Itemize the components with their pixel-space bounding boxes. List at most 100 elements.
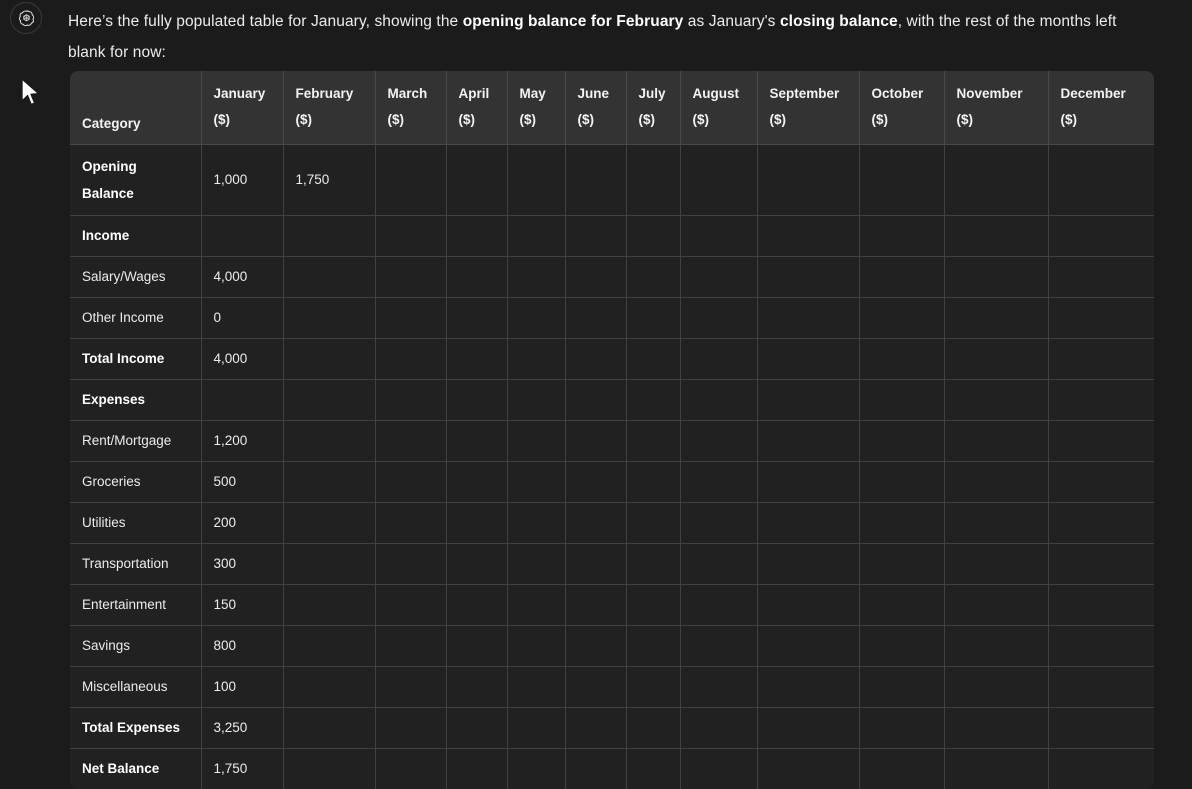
column-header-month: March: [388, 81, 434, 107]
cell-february: [283, 257, 375, 298]
column-header-may: May($): [507, 71, 565, 145]
cell-july: [626, 749, 680, 789]
cell-october: [859, 339, 944, 380]
cell-october: [859, 216, 944, 257]
table-row: Opening Balance1,0001,750: [70, 145, 1154, 216]
cell-january: 500: [201, 462, 283, 503]
row-label: Opening Balance: [70, 145, 201, 216]
cell-september: [757, 667, 859, 708]
cell-june: [565, 503, 626, 544]
cell-april: [446, 708, 507, 749]
cell-january: 1,200: [201, 421, 283, 462]
intro-text-part-2: as January's: [683, 13, 780, 30]
cell-august: [680, 380, 757, 421]
cell-may: [507, 421, 565, 462]
assistant-message-intro: Here’s the fully populated table for Jan…: [68, 6, 1158, 68]
column-header-april: April($): [446, 71, 507, 145]
row-label: Groceries: [70, 462, 201, 503]
cell-february: [283, 585, 375, 626]
cell-october: [859, 298, 944, 339]
column-header-unit: ($): [693, 107, 745, 133]
column-header-unit: ($): [872, 107, 932, 133]
cell-november: [944, 626, 1048, 667]
cell-june: [565, 462, 626, 503]
cell-july: [626, 667, 680, 708]
cell-may: [507, 257, 565, 298]
cell-november: [944, 708, 1048, 749]
cell-january: 800: [201, 626, 283, 667]
column-header-october: October($): [859, 71, 944, 145]
table-row: Miscellaneous100: [70, 667, 1154, 708]
cell-march: [375, 462, 446, 503]
cell-february: [283, 462, 375, 503]
cell-september: [757, 145, 859, 216]
cell-may: [507, 667, 565, 708]
cell-july: [626, 145, 680, 216]
table-row: Groceries500: [70, 462, 1154, 503]
cell-august: [680, 145, 757, 216]
cell-march: [375, 544, 446, 585]
cell-april: [446, 339, 507, 380]
column-header-january: January($): [201, 71, 283, 145]
cell-september: [757, 749, 859, 789]
column-header-month: January: [214, 81, 271, 107]
cell-march: [375, 298, 446, 339]
cell-november: [944, 462, 1048, 503]
cell-april: [446, 585, 507, 626]
cell-june: [565, 145, 626, 216]
column-header-march: March($): [375, 71, 446, 145]
cell-april: [446, 145, 507, 216]
row-label: Transportation: [70, 544, 201, 585]
column-header-unit: ($): [214, 107, 271, 133]
column-header-unit: ($): [459, 107, 495, 133]
cell-december: [1048, 298, 1154, 339]
cell-november: [944, 380, 1048, 421]
cell-january: 4,000: [201, 257, 283, 298]
cell-june: [565, 298, 626, 339]
cell-february: [283, 626, 375, 667]
cell-april: [446, 421, 507, 462]
cell-june: [565, 585, 626, 626]
column-header-july: July($): [626, 71, 680, 145]
monthly-budget-table: CategoryJanuary($)February($)March($)Apr…: [70, 71, 1154, 789]
column-header-unit: ($): [1061, 107, 1143, 133]
cell-november: [944, 749, 1048, 789]
cell-april: [446, 462, 507, 503]
cell-december: [1048, 339, 1154, 380]
cell-february: [283, 749, 375, 789]
budget-table-container: CategoryJanuary($)February($)March($)Apr…: [70, 71, 1154, 789]
cell-august: [680, 708, 757, 749]
cell-september: [757, 626, 859, 667]
column-header-month: August: [693, 81, 745, 107]
row-label: Salary/Wages: [70, 257, 201, 298]
cell-august: [680, 298, 757, 339]
row-label: Utilities: [70, 503, 201, 544]
column-header-june: June($): [565, 71, 626, 145]
column-header-august: August($): [680, 71, 757, 145]
cell-june: [565, 544, 626, 585]
openai-logo-icon: [17, 9, 36, 28]
column-header-label: Category: [82, 116, 141, 131]
cell-february: [283, 544, 375, 585]
cell-september: [757, 339, 859, 380]
cell-october: [859, 462, 944, 503]
table-row: Total Expenses3,250: [70, 708, 1154, 749]
cell-may: [507, 380, 565, 421]
row-label: Expenses: [70, 380, 201, 421]
table-row: Expenses: [70, 380, 1154, 421]
cell-april: [446, 257, 507, 298]
cell-november: [944, 257, 1048, 298]
column-header-unit: ($): [296, 107, 363, 133]
row-label: Total Expenses: [70, 708, 201, 749]
cell-january: 200: [201, 503, 283, 544]
column-header-category: Category: [70, 71, 201, 145]
row-label: Miscellaneous: [70, 667, 201, 708]
cell-january: 300: [201, 544, 283, 585]
cell-november: [944, 145, 1048, 216]
cell-july: [626, 708, 680, 749]
cell-august: [680, 585, 757, 626]
cell-february: [283, 380, 375, 421]
column-header-unit: ($): [520, 107, 553, 133]
cell-october: [859, 257, 944, 298]
cell-september: [757, 421, 859, 462]
